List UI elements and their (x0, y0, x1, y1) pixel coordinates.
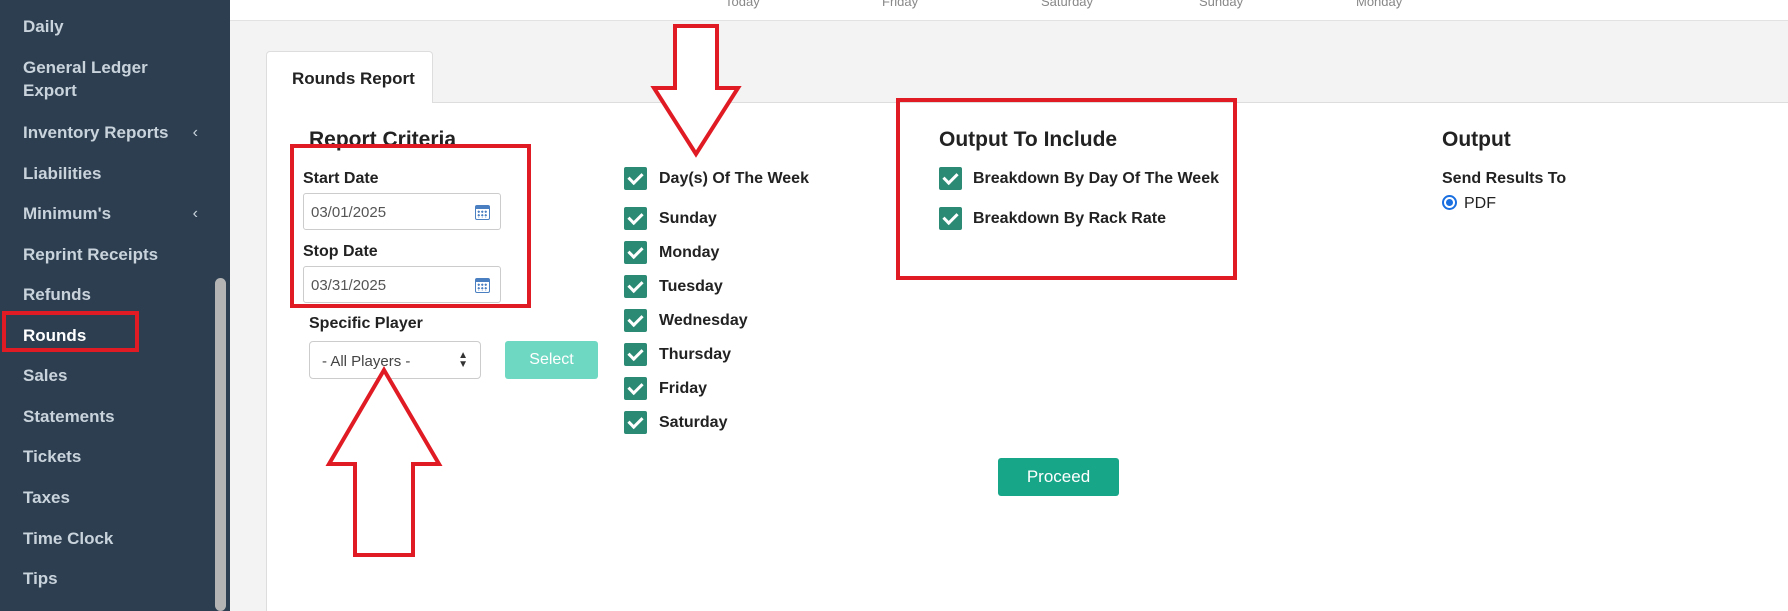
top-date-label: Sunday (1199, 0, 1244, 9)
sidebar-item-label: Reprint Receipts (23, 245, 159, 264)
tuesday-checkbox[interactable] (624, 275, 647, 298)
sidebar-item-inventory-reports[interactable]: Inventory Reports ‹ (23, 121, 198, 144)
sidebar: Daily General Ledger Export Inventory Re… (0, 0, 212, 611)
thursday-label: Thursday (659, 346, 732, 363)
annotation-arrow-down (650, 24, 742, 158)
friday-label: Friday (659, 380, 708, 397)
tab-rounds-report[interactable]: Rounds Report (266, 51, 433, 103)
sidebar-item-tips[interactable]: Tips (23, 567, 198, 590)
saturday-checkbox[interactable] (624, 411, 647, 434)
sidebar-item-reprint-receipts[interactable]: Reprint Receipts (23, 243, 198, 266)
chevron-left-icon: ‹ (192, 124, 198, 141)
sidebar-item-liabilities[interactable]: Liabilities (23, 162, 198, 185)
sidebar-item-label: Daily (23, 17, 64, 36)
sidebar-item-label: Liabilities (23, 164, 102, 183)
select-arrows-icon: ▲ ▼ (458, 350, 468, 370)
tab-label: Rounds Report (292, 69, 415, 88)
sidebar-item-label: Inventory Reports (23, 123, 169, 142)
sidebar-item-label: Sales (23, 366, 68, 385)
sidebar-item-label: General Ledger Export (23, 58, 148, 100)
sidebar-item-time-clock[interactable]: Time Clock (23, 527, 198, 550)
sidebar-item-sales[interactable]: Sales (23, 364, 198, 387)
monday-label: Monday (659, 244, 720, 261)
sidebar-item-refunds[interactable]: Refunds (23, 283, 198, 306)
sidebar-scrollbar[interactable] (215, 278, 226, 611)
sunday-label: Sunday (659, 210, 717, 227)
send-results-label: Send Results To (1442, 170, 1567, 187)
top-date-label: Saturday (1041, 0, 1094, 9)
specific-player-label: Specific Player (309, 315, 423, 332)
wednesday-checkbox[interactable] (624, 309, 647, 332)
sidebar-item-daily[interactable]: Daily (23, 15, 198, 38)
annotation-box-dates (290, 144, 531, 308)
pdf-radio[interactable] (1442, 195, 1457, 210)
thursday-checkbox[interactable] (624, 343, 647, 366)
wednesday-label: Wednesday (659, 312, 748, 329)
sidebar-item-minimums[interactable]: Minimum's ‹ (23, 202, 198, 225)
sidebar-item-label: Statements (23, 407, 115, 426)
output-heading: Output (1442, 128, 1511, 151)
days-of-week-checkbox[interactable] (624, 167, 647, 190)
annotation-arrow-up (325, 366, 443, 557)
top-date-label: Friday (882, 0, 919, 9)
monday-checkbox[interactable] (624, 241, 647, 264)
sidebar-item-tickets[interactable]: Tickets (23, 445, 198, 468)
chevron-left-icon: ‹ (192, 205, 198, 222)
sidebar-item-label: Tickets (23, 447, 82, 466)
friday-checkbox[interactable] (624, 377, 647, 400)
sidebar-item-general-ledger-export[interactable]: General Ledger Export (23, 56, 198, 102)
tuesday-label: Tuesday (659, 278, 723, 295)
sidebar-item-label: Tips (23, 569, 58, 588)
sidebar-item-label: Taxes (23, 488, 70, 507)
top-date-label: Today (725, 0, 760, 9)
top-date-label: Monday (1356, 0, 1403, 9)
sidebar-item-label: Minimum's (23, 204, 112, 223)
days-of-week-label: Day(s) Of The Week (659, 170, 809, 187)
sidebar-item-label: Refunds (23, 285, 91, 304)
top-date-strip: Today Friday Saturday Sunday Monday (230, 0, 1788, 21)
sidebar-item-taxes[interactable]: Taxes (23, 486, 198, 509)
saturday-label: Saturday (659, 414, 728, 431)
select-button[interactable]: Select (505, 341, 598, 379)
sidebar-item-label: Time Clock (23, 529, 114, 548)
proceed-button[interactable]: Proceed (998, 458, 1119, 496)
sidebar-item-statements[interactable]: Statements (23, 405, 198, 428)
annotation-box-output (896, 98, 1237, 280)
annotation-box-rounds (2, 311, 139, 352)
pdf-label: PDF (1464, 195, 1496, 212)
sunday-checkbox[interactable] (624, 207, 647, 230)
